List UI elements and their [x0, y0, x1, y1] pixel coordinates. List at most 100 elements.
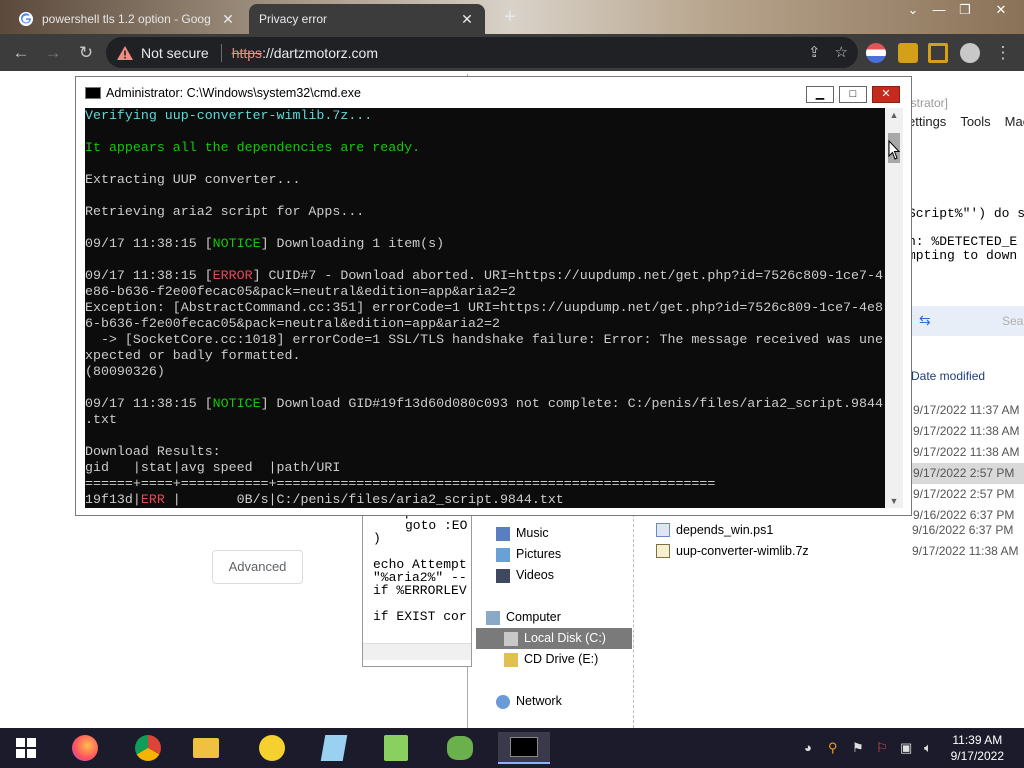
nav-item-network[interactable]: Network — [496, 691, 562, 712]
scroll-down-icon[interactable]: ▼ — [885, 496, 903, 506]
music-folder-icon — [496, 526, 510, 541]
browser-toolbar: ← → ↻ Not secure https://dartzmotorz.com… — [0, 34, 1024, 71]
nav-item-local-disk[interactable]: Local Disk (C:) — [476, 628, 632, 649]
close-tab-icon[interactable]: ✕ — [459, 11, 475, 28]
chrome-icon[interactable] — [128, 732, 168, 764]
close-icon[interactable]: ✕ — [986, 0, 1016, 22]
extension-flag-icon[interactable] — [866, 43, 886, 63]
more-menu-icon[interactable]: ⋮ — [992, 42, 1014, 64]
search-input[interactable]: Sear — [1002, 314, 1024, 328]
url-host: ://dartzmotorz.com — [262, 44, 378, 61]
forward-icon[interactable]: → — [42, 42, 64, 64]
system-clock[interactable]: 11:39 AM 9/17/2022 — [951, 732, 1004, 764]
date-cell: 9/17/2022 2:57 PM — [913, 487, 1015, 501]
nav-item-computer[interactable]: Computer — [486, 607, 561, 628]
console-text: 09/17 11:38:15 [ — [85, 268, 213, 283]
security-label[interactable]: Not secure — [141, 45, 209, 61]
scroll-up-icon[interactable]: ▲ — [885, 110, 903, 120]
console-text: ERROR — [212, 268, 253, 283]
nav-item-pictures[interactable]: Pictures — [496, 544, 561, 565]
bookmark-star-icon[interactable]: ☆ — [835, 43, 848, 61]
vertical-scrollbar[interactable]: ▲ ▼ — [885, 108, 903, 508]
console-line: (80090326) — [85, 364, 885, 380]
console-line: 6-b636-f2e00fecac05&pack=neutral&edition… — [85, 316, 885, 332]
maximize-button[interactable]: □ — [839, 86, 867, 103]
cmd-titlebar[interactable]: Administrator: C:\Windows\system32\cmd.e… — [76, 77, 911, 108]
volume-icon[interactable]: 🔈︎ — [924, 740, 932, 756]
advanced-button[interactable]: Advanced — [212, 550, 303, 584]
clock-date: 9/17/2022 — [950, 749, 1004, 763]
menu-item[interactable]: Mac — [1005, 114, 1024, 129]
console-line: Exception: [AbstractCommand.cc:351] erro… — [85, 300, 885, 316]
tab-title: Privacy error — [259, 12, 328, 26]
menu-item[interactable]: ettings — [908, 114, 946, 129]
action-center-icon[interactable]: ⚐ — [876, 740, 888, 756]
reload-icon[interactable]: ↻ — [75, 42, 97, 64]
network-status-icon[interactable]: ◕ — [804, 740, 812, 755]
minimize-button[interactable]: ▁ — [806, 86, 834, 103]
console-line: xpected or badly formatted. — [85, 348, 885, 364]
profile-avatar[interactable] — [960, 43, 980, 63]
menu-bar: ettings Tools Mac — [908, 114, 1024, 129]
console-text: e86-b636-f2e00fecac05&pack=neutral&editi… — [85, 284, 516, 299]
console-text: xpected or badly formatted. — [85, 348, 301, 363]
start-button[interactable] — [6, 732, 46, 764]
mouse-cursor-icon — [888, 139, 901, 160]
date-modified-header[interactable]: Date modified — [911, 369, 985, 383]
cmd-window: Administrator: C:\Windows\system32\cmd.e… — [75, 76, 912, 516]
firefox-icon[interactable] — [65, 732, 105, 764]
display-icon[interactable]: ▣ — [900, 740, 912, 756]
restore-icon[interactable]: ❐ — [950, 0, 980, 22]
tab-google-search[interactable]: powershell tls 1.2 option - Goog ✕ — [8, 4, 246, 34]
console-text: ] Downloading 1 item(s) — [260, 236, 445, 251]
console-text: Retrieving aria2 script for Apps... — [85, 204, 365, 219]
gecko-app-icon[interactable] — [440, 732, 480, 764]
console-line: ======+====+===========+================… — [85, 476, 885, 492]
clock-time: 11:39 AM — [952, 733, 1003, 747]
console-line: Download Results: — [85, 444, 885, 460]
close-button[interactable]: ✕ — [872, 86, 900, 103]
console-line: Extracting UUP converter... — [85, 172, 885, 188]
date-cell: 9/17/2022 2:57 PM — [911, 463, 1024, 484]
file-row[interactable]: depends_win.ps1 9/16/2022 6:37 PM — [656, 523, 1013, 537]
console-text: (80090326) — [85, 364, 165, 379]
file-row[interactable]: uup-converter-wimlib.7z 9/17/2022 11:38 A… — [656, 544, 1019, 558]
file-explorer-icon[interactable] — [186, 732, 226, 764]
puzzle-extensions-icon[interactable] — [898, 43, 918, 63]
close-tab-icon[interactable]: ✕ — [220, 11, 236, 28]
nav-item-videos[interactable]: Videos — [496, 565, 554, 586]
divider — [220, 43, 222, 62]
cmd-taskbar-button[interactable] — [498, 732, 550, 764]
address-bar[interactable]: Not secure https://dartzmotorz.com ⇪ ☆ — [106, 37, 858, 68]
nav-item-cd-drive[interactable]: CD Drive (E:) — [504, 649, 598, 670]
flag-icon[interactable]: ⚑ — [852, 740, 864, 756]
warning-icon — [117, 45, 133, 60]
notepad-plus-plus-icon[interactable] — [376, 732, 416, 764]
console-text: NOTICE — [212, 396, 261, 411]
yahoo-messenger-icon[interactable] — [252, 732, 292, 764]
sidebar-icon[interactable] — [928, 43, 948, 63]
new-tab-button[interactable]: + — [498, 6, 522, 30]
search-icon[interactable]: ⚲ — [828, 740, 838, 756]
console-output[interactable]: Verifying uup-converter-wimlib.7z... It a… — [85, 108, 885, 508]
console-text: ERR — [140, 492, 165, 507]
tab-privacy-error[interactable]: Privacy error ✕ — [249, 4, 485, 34]
console-line: 09/17 11:38:15 [NOTICE] Downloading 1 it… — [85, 236, 885, 252]
menu-item[interactable]: Tools — [960, 114, 990, 129]
horizontal-scrollbar[interactable] — [363, 643, 471, 660]
console-line: .txt — [85, 412, 885, 428]
refresh-icon[interactable]: ⇆ — [919, 312, 931, 329]
text-line: ) — [373, 531, 381, 546]
pictures-folder-icon — [496, 547, 510, 562]
share-icon[interactable]: ⇪ — [808, 43, 821, 61]
nav-item-music[interactable]: Music — [496, 523, 549, 544]
back-icon[interactable]: ← — [10, 42, 32, 64]
console-line: gid |stat|avg speed |path/URI — [85, 460, 885, 476]
console-text: 6-b636-f2e00fecac05&pack=neutral&edition… — [85, 316, 500, 331]
archive-file-icon — [656, 544, 670, 558]
console-line: -> [SocketCore.cc:1018] errorCode=1 SSL/… — [85, 332, 885, 348]
notepad-icon[interactable] — [314, 732, 354, 764]
